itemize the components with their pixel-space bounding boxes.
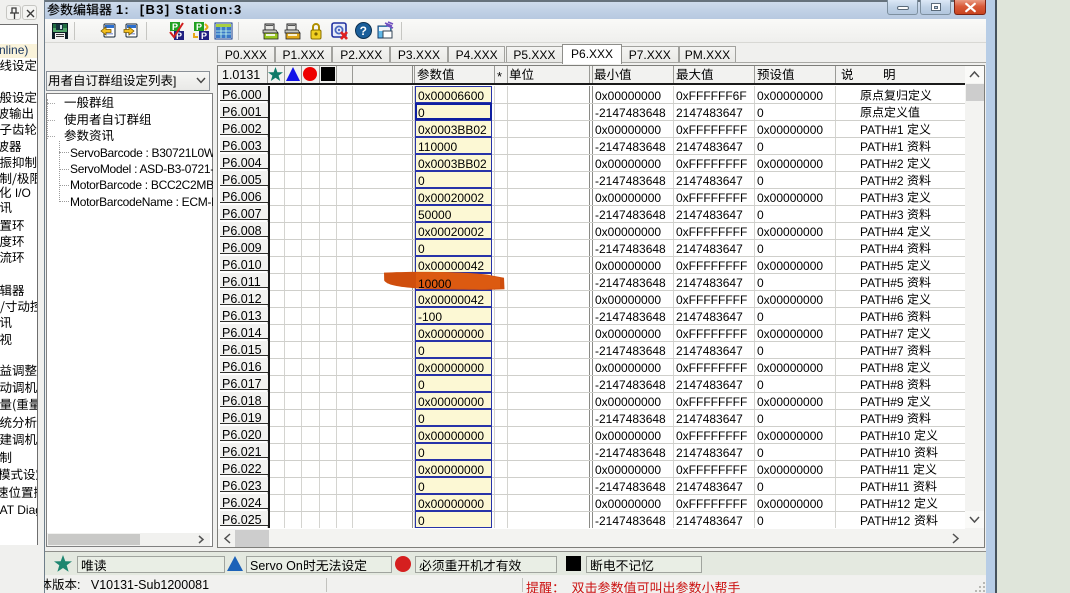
svg-text:?: ?: [360, 24, 367, 38]
svg-text:P: P: [201, 31, 207, 41]
